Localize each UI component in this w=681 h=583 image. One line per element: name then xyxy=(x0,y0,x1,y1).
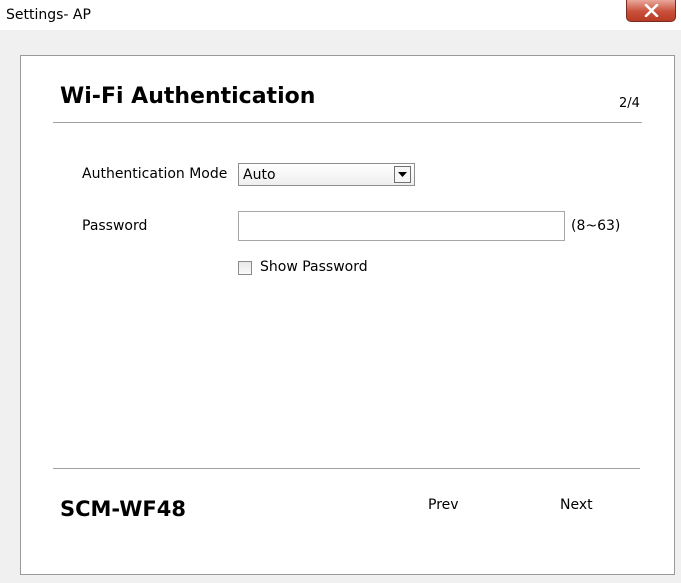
header-divider xyxy=(53,122,642,123)
window-frame-edge xyxy=(0,30,7,583)
next-button[interactable]: Next xyxy=(560,497,593,513)
step-counter: 2/4 xyxy=(619,96,640,111)
close-button[interactable] xyxy=(626,0,676,22)
wizard-panel: Wi-Fi Authentication 2/4 Authentication … xyxy=(20,55,675,575)
auth-mode-selected-value: Auto xyxy=(243,167,276,183)
footer-divider xyxy=(53,468,640,469)
title-bar: Settings- AP xyxy=(0,0,681,30)
dropdown-button[interactable] xyxy=(394,166,411,183)
chevron-down-icon xyxy=(398,172,407,177)
show-password-label[interactable]: Show Password xyxy=(260,259,368,275)
prev-button[interactable]: Prev xyxy=(428,497,459,513)
password-label: Password xyxy=(82,218,148,234)
close-icon xyxy=(644,4,659,17)
auth-mode-select[interactable]: Auto xyxy=(238,163,415,186)
window-title: Settings- AP xyxy=(6,7,91,23)
show-password-checkbox[interactable] xyxy=(238,261,252,275)
product-name: SCM-WF48 xyxy=(60,497,186,521)
settings-window: Settings- AP Wi-Fi Authentication 2/4 Au… xyxy=(0,0,681,583)
password-length-hint: (8~63) xyxy=(571,218,621,234)
page-title: Wi-Fi Authentication xyxy=(60,84,316,109)
auth-mode-label: Authentication Mode xyxy=(82,166,228,182)
password-input[interactable] xyxy=(238,211,565,241)
